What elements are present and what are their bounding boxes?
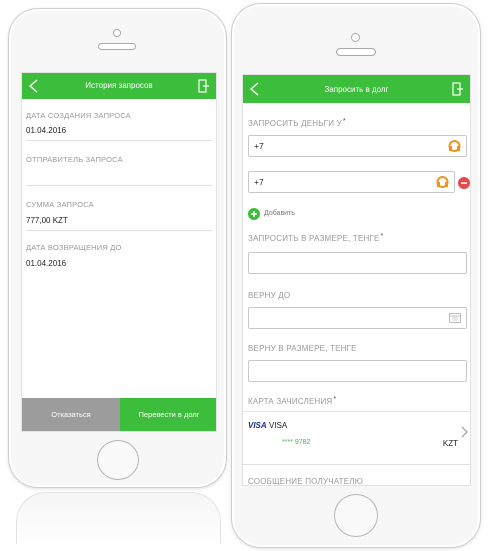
- add-icon[interactable]: [248, 208, 260, 220]
- history-screen: История запросов ДАТА СОЗДАНИЯ ЗАПРОСА 0…: [21, 72, 217, 432]
- left-phone-camera: [113, 29, 121, 37]
- back-arrow-icon[interactable]: [249, 82, 261, 96]
- divider: [26, 185, 212, 186]
- left-phone-speaker: [98, 43, 136, 50]
- divider: [26, 230, 212, 231]
- chevron-right-icon[interactable]: [460, 426, 468, 438]
- left-phone-reflection: [16, 492, 221, 544]
- return-date-label: ВЕРНУ ДО: [248, 291, 291, 300]
- calendar-icon[interactable]: [449, 313, 461, 323]
- amount-label: ЗАПРОСИТЬ В РАЗМЕРЕ, ТЕНГЕ*: [248, 233, 384, 243]
- add-label: Добавить: [264, 210, 295, 217]
- exit-icon[interactable]: [452, 82, 464, 96]
- creation-date-label: ДАТА СОЗДАНИЯ ЗАПРОСА: [26, 111, 131, 120]
- divider: [243, 464, 470, 465]
- page-title: История запросов: [85, 81, 153, 90]
- return-date-label: ДАТА ВОЗВРАЩЕНИЯ ДО: [26, 243, 122, 252]
- sender-label: ОТПРАВИТЕЛЬ ЗАПРОСА: [26, 155, 123, 164]
- phone-input[interactable]: +7: [248, 171, 455, 193]
- message-label: СООБЩЕНИЕ ПОЛУЧАТЕЛЮ: [248, 477, 364, 486]
- creation-date-value: 01.04.2016: [26, 126, 67, 135]
- right-phone-camera: [351, 33, 360, 42]
- left-phone-home-button[interactable]: [97, 440, 139, 480]
- remove-icon[interactable]: [458, 177, 470, 189]
- page-title: Запросить в долг: [324, 85, 389, 94]
- action-buttons: Отказаться Перевести в долг: [22, 398, 216, 431]
- request-loan-screen: Запросить в долг ЗАПРОСИТЬ ДЕНЬГИ У* +7 …: [242, 74, 471, 486]
- phone-input[interactable]: +7: [248, 135, 467, 157]
- request-from-label: ЗАПРОСИТЬ ДЕНЬГИ У*: [248, 118, 346, 128]
- amount-input[interactable]: [248, 252, 467, 274]
- right-phone-speaker: [336, 48, 376, 56]
- decline-button[interactable]: Отказаться: [22, 398, 120, 431]
- back-arrow-icon[interactable]: [28, 79, 40, 93]
- return-date-value: 01.04.2016: [26, 259, 67, 268]
- request-header: Запросить в долг: [243, 75, 470, 103]
- return-amount-label: ВЕРНУ В РАЗМЕРЕ, ТЕНГЕ: [248, 344, 357, 353]
- contacts-icon[interactable]: [448, 140, 461, 153]
- card-currency: KZT: [442, 439, 458, 448]
- contacts-icon[interactable]: [436, 176, 449, 189]
- divider: [26, 140, 212, 141]
- amount-label: СУММА ЗАПРОСА: [26, 200, 94, 209]
- card-label: КАРТА ЗАЧИСЛЕНИЯ*: [248, 396, 337, 406]
- exit-icon[interactable]: [198, 79, 210, 93]
- visa-logo: VISA: [248, 421, 267, 430]
- history-header: История запросов: [22, 73, 216, 99]
- transfer-loan-button[interactable]: Перевести в долг: [120, 398, 216, 431]
- card-number: **** 9782: [282, 439, 311, 446]
- amount-value: 777,00 KZT: [26, 216, 68, 225]
- card-name: VISA: [269, 421, 288, 430]
- right-phone-home-button[interactable]: [334, 494, 378, 537]
- return-date-input[interactable]: [248, 307, 467, 329]
- return-amount-input[interactable]: [248, 360, 467, 382]
- card-selector[interactable]: VISA VISA **** 9782 KZT: [243, 411, 470, 463]
